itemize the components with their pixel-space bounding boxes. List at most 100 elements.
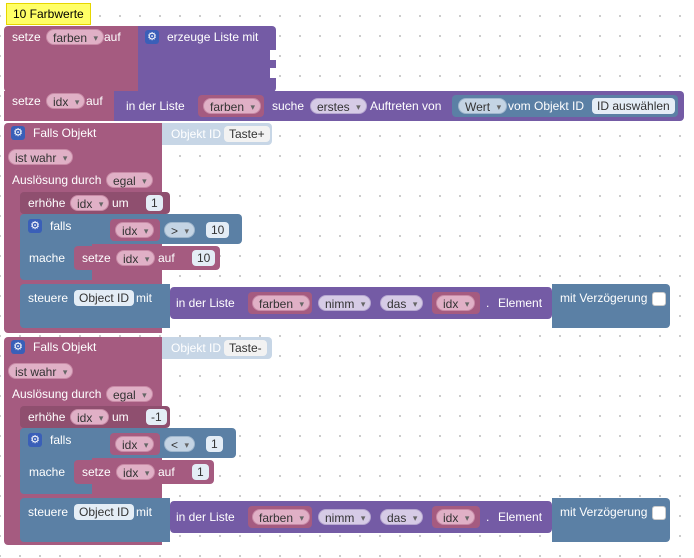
increment-value[interactable]: 1 <box>146 195 163 211</box>
objekt-id-label: Objekt ID <box>171 341 222 355</box>
increment-value[interactable]: -1 <box>146 409 167 425</box>
variable-dropdown-farben[interactable]: farben <box>46 29 105 46</box>
increment-block[interactable]: erhöhe idx um -1 <box>20 406 170 428</box>
vom-objekt-label: vom Objekt ID <box>508 99 585 113</box>
control-block[interactable]: steuere Object ID mit <box>20 284 170 328</box>
um-label: um <box>112 196 129 210</box>
setze-label: setze <box>82 251 111 265</box>
element-label: Element <box>498 510 543 524</box>
ausloesung-label: Auslösung durch <box>12 387 102 401</box>
variable-dropdown-idx[interactable]: idx <box>436 295 476 312</box>
create-list-block[interactable]: ⚙ erzeuge Liste mit <box>138 26 276 92</box>
get-value-block[interactable]: Wert vom Objekt ID ID auswählen <box>452 95 678 117</box>
object-id-input-block[interactable]: Objekt ID Taste- <box>162 337 272 359</box>
condition-dropdown[interactable]: ist wahr <box>8 149 74 166</box>
das-dropdown[interactable]: das <box>380 295 424 312</box>
auf-label: auf <box>158 251 175 265</box>
control-block[interactable]: steuere Object ID mit <box>20 498 170 542</box>
variable-dropdown-idx[interactable]: idx <box>70 195 110 212</box>
trigger-mode-dropdown[interactable]: egal <box>106 386 153 403</box>
compare-value[interactable]: 10 <box>206 222 230 238</box>
idx-variable-block[interactable]: idx <box>432 292 480 314</box>
mode-dropdown[interactable]: erstes <box>310 98 367 115</box>
list-slot-2[interactable] <box>270 68 276 78</box>
erhoehe-label: erhöhe <box>28 196 66 210</box>
nimm-dropdown[interactable]: nimm <box>318 509 372 526</box>
nimm-dropdown[interactable]: nimm <box>318 295 372 312</box>
gear-icon[interactable]: ⚙ <box>145 30 159 44</box>
auftreten-label: Auftreten von <box>370 99 442 113</box>
suche-label: suche <box>272 99 305 113</box>
trigger-mode-dropdown[interactable]: egal <box>106 172 153 189</box>
compare-block[interactable]: idx < 1 <box>92 428 236 458</box>
comment-note[interactable]: 10 Farbwerte <box>6 3 91 25</box>
list-get-block[interactable]: in der Liste farben nimm das idx . Eleme… <box>170 501 552 533</box>
falls-objekt-label: Falls Objekt <box>33 340 97 354</box>
mit-label: mit <box>136 291 152 305</box>
increment-block[interactable]: erhöhe idx um 1 <box>20 192 170 214</box>
dot-label: . <box>486 510 490 524</box>
set-idx-inner-block[interactable]: setze idx auf 1 <box>74 460 214 484</box>
mit-label: mit <box>136 505 152 519</box>
farben-variable-block[interactable]: farben <box>198 95 264 117</box>
das-dropdown[interactable]: das <box>380 509 424 526</box>
farben-variable-block[interactable]: farben <box>248 292 312 314</box>
falls-label: falls <box>50 433 72 447</box>
object-id-input-block[interactable]: Objekt ID Taste+ <box>162 123 272 145</box>
condition-dropdown[interactable]: ist wahr <box>8 363 74 380</box>
compare-block[interactable]: idx > 10 <box>92 214 242 244</box>
verzoegerung-label: mit Verzögerung <box>560 505 648 519</box>
variable-dropdown-idx[interactable]: idx <box>116 250 156 267</box>
setze-label: setze <box>12 30 41 44</box>
set-farben-block[interactable]: setze farben auf <box>4 26 138 92</box>
falls-label: falls <box>50 219 72 233</box>
delay-checkbox[interactable] <box>652 506 666 520</box>
set-value[interactable]: 1 <box>192 464 209 480</box>
variable-dropdown-idx[interactable]: idx <box>46 93 86 110</box>
variable-dropdown-idx[interactable]: idx <box>116 464 156 481</box>
control-object-id[interactable]: Object ID <box>74 504 135 520</box>
dot-label: . <box>486 296 490 310</box>
list-get-block[interactable]: in der Liste farben nimm das idx . Eleme… <box>170 287 552 319</box>
object-id-field[interactable]: Taste+ <box>224 126 270 142</box>
variable-dropdown-farben[interactable]: farben <box>252 509 311 526</box>
delay-block[interactable]: mit Verzögerung <box>552 284 670 328</box>
um-label: um <box>112 410 129 424</box>
operator-dropdown[interactable]: < <box>164 436 196 453</box>
idx-variable-block[interactable]: idx <box>432 506 480 528</box>
id-select-button[interactable]: ID auswählen <box>592 98 675 114</box>
variable-dropdown-farben[interactable]: farben <box>203 98 262 115</box>
gear-icon[interactable]: ⚙ <box>11 126 25 140</box>
gear-icon[interactable]: ⚙ <box>28 219 42 233</box>
delay-checkbox[interactable] <box>652 292 666 306</box>
set-value[interactable]: 10 <box>192 250 216 266</box>
delay-block[interactable]: mit Verzögerung <box>552 498 670 542</box>
idx-variable-block[interactable]: idx <box>110 433 160 455</box>
compare-value[interactable]: 1 <box>206 436 223 452</box>
erhoehe-label: erhöhe <box>28 410 66 424</box>
in-der-liste-label: in der Liste <box>176 510 235 524</box>
object-id-field[interactable]: Taste- <box>224 340 267 356</box>
variable-dropdown-idx[interactable]: idx <box>115 436 155 453</box>
element-label: Element <box>498 296 543 310</box>
auf-label: auf <box>86 94 103 108</box>
set-idx-inner-block[interactable]: setze idx auf 10 <box>74 246 220 270</box>
setze-label: setze <box>12 94 41 108</box>
variable-dropdown-farben[interactable]: farben <box>252 295 311 312</box>
variable-dropdown-idx[interactable]: idx <box>436 509 476 526</box>
property-dropdown[interactable]: Wert <box>458 98 508 115</box>
variable-dropdown-idx[interactable]: idx <box>115 222 155 239</box>
operator-dropdown[interactable]: > <box>164 222 196 239</box>
list-slot-1[interactable] <box>270 50 276 60</box>
auf-label: auf <box>104 30 121 44</box>
in-der-liste-label: in der Liste <box>176 296 235 310</box>
variable-dropdown-idx[interactable]: idx <box>70 409 110 426</box>
farben-variable-block[interactable]: farben <box>248 506 312 528</box>
set-idx-block[interactable]: setze idx auf <box>4 91 114 121</box>
idx-variable-block[interactable]: idx <box>110 219 160 241</box>
list-find-block[interactable]: in der Liste farben suche erstes Auftret… <box>114 91 684 121</box>
gear-icon[interactable]: ⚙ <box>11 340 25 354</box>
gear-icon[interactable]: ⚙ <box>28 433 42 447</box>
control-object-id[interactable]: Object ID <box>74 290 135 306</box>
mache-label: mache <box>29 465 66 479</box>
